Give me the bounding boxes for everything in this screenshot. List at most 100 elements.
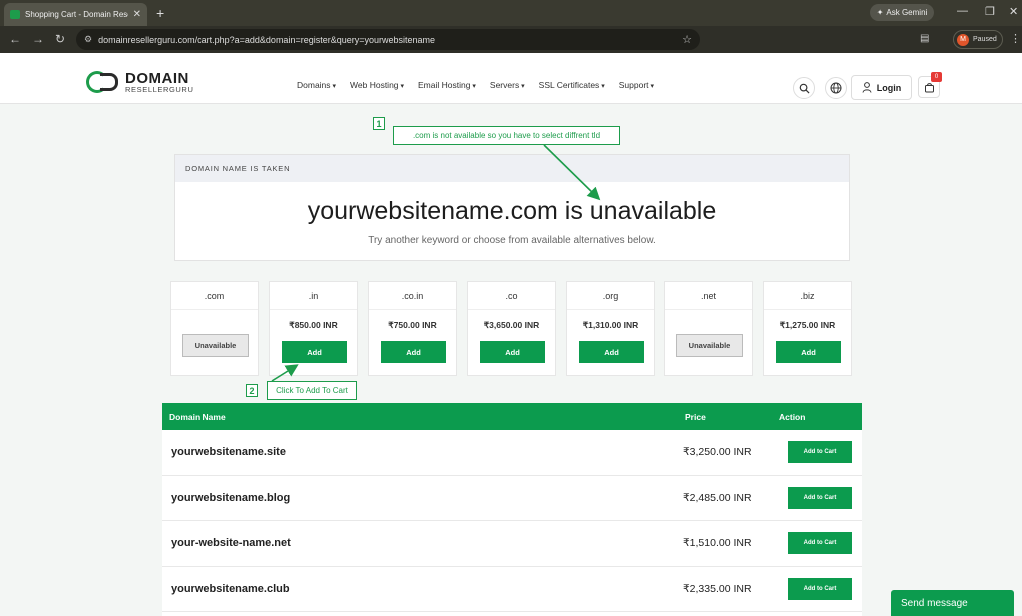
add-button[interactable]: Add xyxy=(480,341,545,363)
column-action: Action xyxy=(779,412,806,422)
tld-card-in: .in ₹850.00 INR Add xyxy=(269,281,358,376)
tld-price: ₹1,310.00 INR xyxy=(582,320,639,330)
reload-icon[interactable]: ↻ xyxy=(55,32,65,46)
tab-title: Shopping Cart - Domain Resell... xyxy=(25,10,128,19)
taken-header: DOMAIN NAME IS TAKEN xyxy=(175,155,849,182)
table-row: yourwebsitename.club ₹2,335.00 INR Add t… xyxy=(162,567,862,612)
minimize-icon[interactable]: — xyxy=(957,5,968,17)
close-window-icon[interactable]: ✕ xyxy=(1009,5,1018,18)
nav-web-hosting[interactable]: Web Hosting xyxy=(350,80,404,90)
browser-tab[interactable]: Shopping Cart - Domain Resell... ✕ xyxy=(4,3,147,26)
domain-name-cell: yourwebsitename.blog xyxy=(171,491,291,504)
annotation-2-text: Click To Add To Cart xyxy=(267,381,357,400)
site-header: DOMAIN RESELLERGURU Domains Web Hosting … xyxy=(0,53,1022,104)
table-header: Domain Name Price Action xyxy=(162,403,862,430)
taken-subtitle: Try another keyword or choose from avail… xyxy=(368,235,656,246)
back-icon[interactable]: ← xyxy=(9,32,21,46)
add-button[interactable]: Add xyxy=(381,341,446,363)
add-to-cart-button[interactable]: Add to Cart xyxy=(788,486,852,509)
tld-card-co: .co ₹3,650.00 INR Add xyxy=(467,281,556,376)
annotation-1-number: 1 xyxy=(373,117,385,130)
site-logo[interactable]: DOMAIN RESELLERGURU xyxy=(86,71,193,94)
cart-icon xyxy=(924,82,934,92)
unavailable-button: Unavailable xyxy=(182,334,249,357)
login-button[interactable]: Login xyxy=(851,75,912,100)
column-price: Price xyxy=(685,412,706,422)
tld-extension: .net xyxy=(665,282,752,310)
main-nav: Domains Web Hosting Email Hosting Server… xyxy=(297,80,654,90)
add-to-cart-button[interactable]: Add to Cart xyxy=(788,577,852,600)
site-favicon-icon xyxy=(10,10,20,19)
nav-servers[interactable]: Servers xyxy=(490,80,525,90)
add-to-cart-button[interactable]: Add to Cart xyxy=(788,532,852,554)
table-row: yourwebsitename.blog ₹2,485.00 INR Add t… xyxy=(162,476,862,521)
browser-tabbar: Shopping Cart - Domain Resell... ✕ + ✦ A… xyxy=(0,0,1022,26)
logo-text-line2: RESELLERGURU xyxy=(125,85,194,94)
taken-title: yourwebsitename.com is unavailable xyxy=(307,197,717,225)
tld-extension: .co xyxy=(468,282,555,310)
tld-price: ₹750.00 INR xyxy=(388,320,437,330)
add-to-cart-button[interactable]: Add to Cart xyxy=(788,441,852,463)
avatar: M xyxy=(957,33,969,46)
new-tab-button[interactable]: + xyxy=(156,5,164,21)
price-cell: ₹3,250.00 INR xyxy=(683,446,752,458)
nav-domains[interactable]: Domains xyxy=(297,80,336,90)
tld-card-net: .net Unavailable xyxy=(664,281,753,376)
tld-price: ₹850.00 INR xyxy=(289,320,338,330)
address-bar[interactable]: ⚙ domainresellerguru.com/cart.php?a=add&… xyxy=(76,29,700,50)
tld-card-co-in: .co.in ₹750.00 INR Add xyxy=(368,281,457,376)
maximize-icon[interactable]: ❐ xyxy=(985,5,995,18)
globe-icon[interactable] xyxy=(825,77,847,99)
price-cell: ₹2,485.00 INR xyxy=(683,491,752,504)
login-label: Login xyxy=(876,82,902,93)
tld-extension: .com xyxy=(171,282,258,310)
nav-email-hosting[interactable]: Email Hosting xyxy=(418,80,476,90)
tld-extension: .in xyxy=(270,282,357,310)
table-row: yourwebsitename.site ₹3,250.00 INR Add t… xyxy=(162,430,862,476)
ask-gemini-button[interactable]: ✦ Ask Gemini xyxy=(870,4,934,21)
ask-gemini-label: Ask Gemini xyxy=(886,8,928,17)
tld-card-biz: .biz ₹1,275.00 INR Add xyxy=(763,281,852,376)
suggestions-table: Domain Name Price Action yourwebsitename… xyxy=(162,403,862,616)
tld-card-com: .com Unavailable xyxy=(170,281,259,376)
gemini-sparkle-icon: ✦ xyxy=(876,8,884,17)
tld-card-org: .org ₹1,310.00 INR Add xyxy=(566,281,655,376)
add-button[interactable]: Add xyxy=(776,341,841,363)
tld-extension: .org xyxy=(567,282,654,310)
profile-status: Paused xyxy=(973,36,997,43)
column-domain-name: Domain Name xyxy=(169,412,226,422)
url-text[interactable]: domainresellerguru.com/cart.php?a=add&do… xyxy=(98,35,676,45)
annotation-2-number: 2 xyxy=(246,384,258,397)
add-button[interactable]: Add xyxy=(282,341,347,363)
forward-icon[interactable]: → xyxy=(32,32,44,46)
logo-text-line1: DOMAIN xyxy=(125,70,189,87)
close-tab-icon[interactable]: ✕ xyxy=(133,9,141,20)
reading-mode-icon[interactable]: ▤ xyxy=(920,33,929,44)
site-info-icon[interactable]: ⚙ xyxy=(84,34,92,45)
cart-count-badge: 0 xyxy=(931,72,942,82)
domain-taken-panel: DOMAIN NAME IS TAKEN yourwebsitename.com… xyxy=(174,154,850,261)
logo-mark-icon xyxy=(86,71,122,94)
price-cell: ₹2,335.00 INR xyxy=(683,582,752,595)
user-icon xyxy=(862,82,872,93)
tld-extension: .co.in xyxy=(369,282,456,310)
profile-button[interactable]: M Paused xyxy=(953,30,1003,49)
add-button[interactable]: Add xyxy=(579,341,644,363)
search-icon[interactable] xyxy=(793,77,815,99)
nav-ssl-certificates[interactable]: SSL Certificates xyxy=(539,80,605,90)
browser-toolbar: ← → ↻ ⚙ domainresellerguru.com/cart.php?… xyxy=(0,26,1022,53)
tld-extension: .biz xyxy=(764,282,851,310)
star-icon[interactable]: ☆ xyxy=(682,33,700,46)
browser-menu-icon[interactable]: ⋮ xyxy=(1010,32,1021,45)
domain-name-cell: your-website-name.net xyxy=(171,537,291,549)
send-message-button[interactable]: Send message xyxy=(891,590,1014,616)
tld-price: ₹1,275.00 INR xyxy=(779,320,836,330)
domain-name-cell: yourwebsitename.club xyxy=(171,582,290,595)
domain-name-cell: yourwebsitename.site xyxy=(171,446,286,458)
table-row: your-website-name.net ₹1,510.00 INR Add … xyxy=(162,521,862,567)
price-cell: ₹1,510.00 INR xyxy=(683,537,752,549)
nav-support[interactable]: Support xyxy=(619,80,654,90)
annotation-1-text: .com is not available so you have to sel… xyxy=(393,126,620,145)
tld-price: ₹3,650.00 INR xyxy=(483,320,540,330)
cart-button[interactable]: 0 xyxy=(918,72,942,98)
